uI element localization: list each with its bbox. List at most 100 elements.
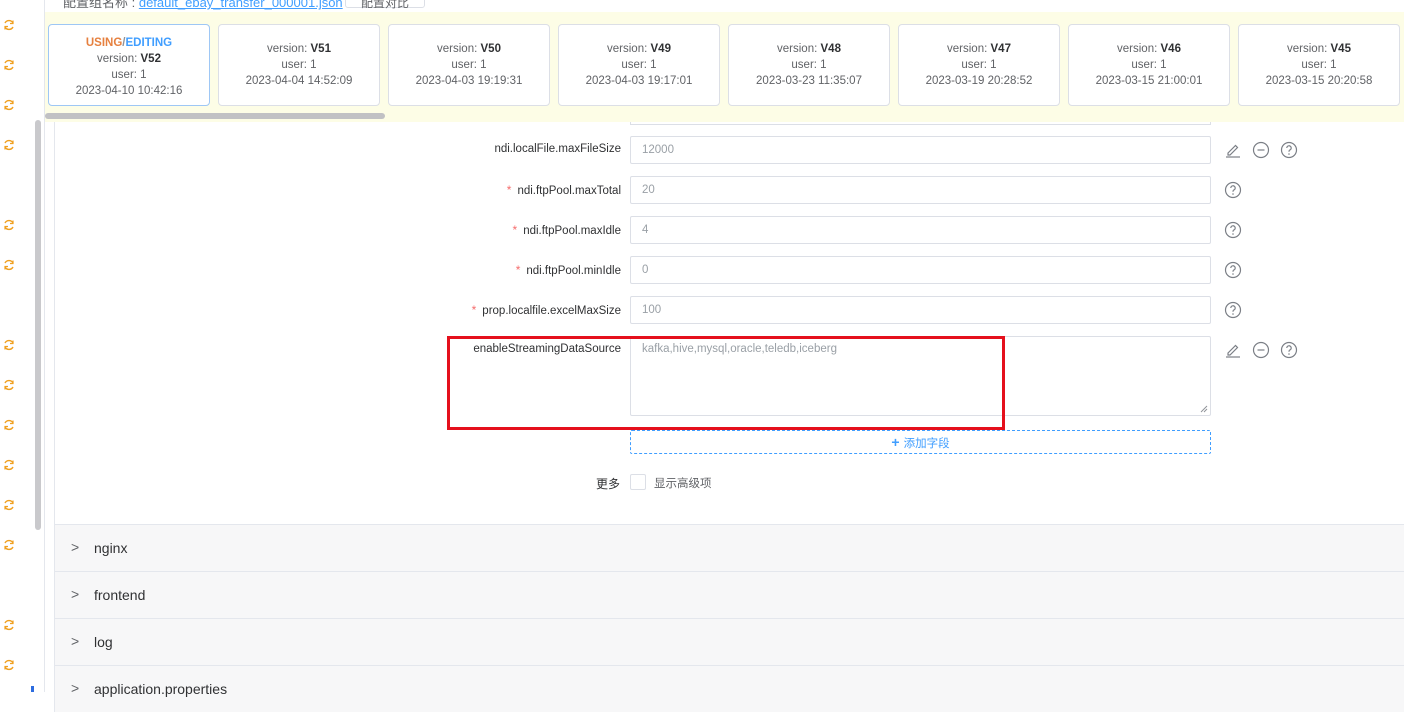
- row-actions: [1223, 260, 1243, 280]
- refresh-icon[interactable]: [2, 18, 16, 32]
- section-log[interactable]: > log: [54, 618, 1404, 665]
- refresh-icon[interactable]: [2, 58, 16, 72]
- refresh-icon[interactable]: [2, 618, 16, 632]
- config-group-label: 配置组名称 :: [63, 0, 139, 10]
- chevron-right-icon: >: [71, 586, 80, 602]
- version-label: version: V48: [777, 43, 841, 55]
- version-card[interactable]: version: V47 user: 1 2023-03-19 20:28:52: [898, 24, 1060, 106]
- config-group-name: 配置组名称 : default_ebay_transfer_000001.jso…: [63, 0, 343, 11]
- plus-icon: +: [891, 434, 900, 450]
- version-card[interactable]: version: V45 user: 1 2023-03-15 20:20:58: [1238, 24, 1400, 106]
- row-actions: [1223, 180, 1243, 200]
- field-input[interactable]: 100: [630, 296, 1211, 324]
- version-user: user: 1: [1301, 59, 1337, 71]
- refresh-icon[interactable]: [2, 658, 16, 672]
- edit-icon[interactable]: [1223, 140, 1243, 160]
- help-icon[interactable]: [1223, 180, 1243, 200]
- remove-icon[interactable]: [1251, 340, 1271, 360]
- help-icon[interactable]: [1223, 300, 1243, 320]
- chevron-right-icon: >: [71, 539, 80, 555]
- version-user: user: 1: [961, 59, 997, 71]
- required-mark: *: [512, 223, 518, 237]
- add-field-button[interactable]: + 添加字段: [630, 430, 1211, 454]
- rail-scrollbar[interactable]: [35, 120, 41, 530]
- form-row: ndi.localFile.maxFileSize 12000: [55, 136, 1404, 164]
- section-title: application.properties: [94, 681, 228, 697]
- remove-icon[interactable]: [1251, 140, 1271, 160]
- version-time: 2023-04-10 10:42:16: [75, 85, 183, 97]
- version-label: version: V47: [947, 43, 1011, 55]
- form-row: * ndi.ftpPool.maxIdle 4: [55, 216, 1404, 244]
- more-label: 更多: [595, 477, 620, 491]
- config-group-link[interactable]: default_ebay_transfer_000001.json: [139, 0, 343, 10]
- refresh-icon[interactable]: [2, 138, 16, 152]
- version-card[interactable]: version: V49 user: 1 2023-04-03 19:17:01: [558, 24, 720, 106]
- section-frontend[interactable]: > frontend: [54, 571, 1404, 618]
- version-user: user: 1: [451, 59, 487, 71]
- field-label: * ndi.ftpPool.minIdle: [515, 263, 621, 277]
- version-label: version: V50: [437, 43, 501, 55]
- chevron-right-icon: >: [71, 633, 80, 649]
- version-user: user: 1: [1131, 59, 1167, 71]
- field-input[interactable]: 0: [630, 256, 1211, 284]
- field-input[interactable]: 20: [630, 176, 1211, 204]
- version-horizontal-scrollbar[interactable]: [45, 113, 385, 119]
- add-field-label: 添加字段: [903, 438, 950, 450]
- refresh-icon[interactable]: [2, 218, 16, 232]
- version-user: user: 1: [791, 59, 827, 71]
- version-label: version: V46: [1117, 43, 1181, 55]
- version-time: 2023-04-03 19:17:01: [585, 75, 693, 87]
- help-icon[interactable]: [1223, 260, 1243, 280]
- version-label: version: V45: [1287, 43, 1351, 55]
- version-user: user: 1: [281, 59, 317, 71]
- refresh-icon[interactable]: [2, 98, 16, 112]
- version-label: version: V49: [607, 43, 671, 55]
- refresh-icon[interactable]: [2, 538, 16, 552]
- section-nginx[interactable]: > nginx: [54, 524, 1404, 571]
- section-application-properties[interactable]: > application.properties: [54, 665, 1404, 712]
- field-input[interactable]: 4: [630, 216, 1211, 244]
- form-row: * prop.localfile.excelMaxSize 100: [55, 296, 1404, 324]
- section-title: nginx: [94, 540, 128, 556]
- show-advanced-label[interactable]: 显示高级项: [654, 475, 712, 491]
- field-input[interactable]: 12000: [630, 136, 1211, 164]
- field-label: * ndi.ftpPool.maxTotal: [506, 183, 621, 197]
- row-actions: [1223, 220, 1243, 240]
- version-card[interactable]: version: V48 user: 1 2023-03-23 11:35:07: [728, 24, 890, 106]
- version-user: user: 1: [111, 69, 147, 81]
- show-advanced-checkbox[interactable]: [630, 474, 646, 490]
- refresh-icon[interactable]: [2, 418, 16, 432]
- version-card[interactable]: version: V46 user: 1 2023-03-15 21:00:01: [1068, 24, 1230, 106]
- refresh-icon[interactable]: [2, 458, 16, 472]
- version-history-bar: USING/EDITING version: V52 user: 1 2023-…: [45, 12, 1404, 122]
- form-row: * ndi.ftpPool.minIdle 0: [55, 256, 1404, 284]
- help-icon[interactable]: [1279, 340, 1299, 360]
- version-status: USING/EDITING: [85, 37, 173, 49]
- required-mark: *: [515, 263, 521, 277]
- row-actions: [1223, 340, 1299, 360]
- config-form-panel: ndi.localFile.maxFileSize 12000 * ndi.ftp…: [54, 122, 1404, 524]
- refresh-icon[interactable]: [2, 338, 16, 352]
- version-time: 2023-03-23 11:35:07: [756, 75, 862, 87]
- version-time: 2023-03-19 20:28:52: [925, 75, 1033, 87]
- version-label: version: V52: [97, 53, 161, 65]
- chevron-right-icon: >: [71, 680, 80, 696]
- version-card[interactable]: version: V51 user: 1 2023-04-04 14:52:09: [218, 24, 380, 106]
- edit-icon[interactable]: [1223, 340, 1243, 360]
- refresh-icon[interactable]: [2, 258, 16, 272]
- rail-active-indicator: [31, 686, 34, 692]
- version-time: 2023-03-15 20:20:58: [1265, 75, 1373, 87]
- form-row: * ndi.ftpPool.maxTotal 20: [55, 176, 1404, 204]
- refresh-icon[interactable]: [2, 498, 16, 512]
- refresh-icon[interactable]: [2, 378, 16, 392]
- version-card[interactable]: version: V50 user: 1 2023-04-03 19:19:31: [388, 24, 550, 106]
- row-actions: [1223, 140, 1299, 160]
- resize-grip-icon[interactable]: [1200, 405, 1208, 413]
- required-mark: *: [506, 183, 512, 197]
- field-label: ndi.localFile.maxFileSize: [494, 143, 621, 155]
- help-icon[interactable]: [1279, 140, 1299, 160]
- compare-config-button[interactable]: 配置对比: [345, 0, 425, 10]
- left-rail: [0, 0, 44, 692]
- help-icon[interactable]: [1223, 220, 1243, 240]
- version-card-active[interactable]: USING/EDITING version: V52 user: 1 2023-…: [48, 24, 210, 106]
